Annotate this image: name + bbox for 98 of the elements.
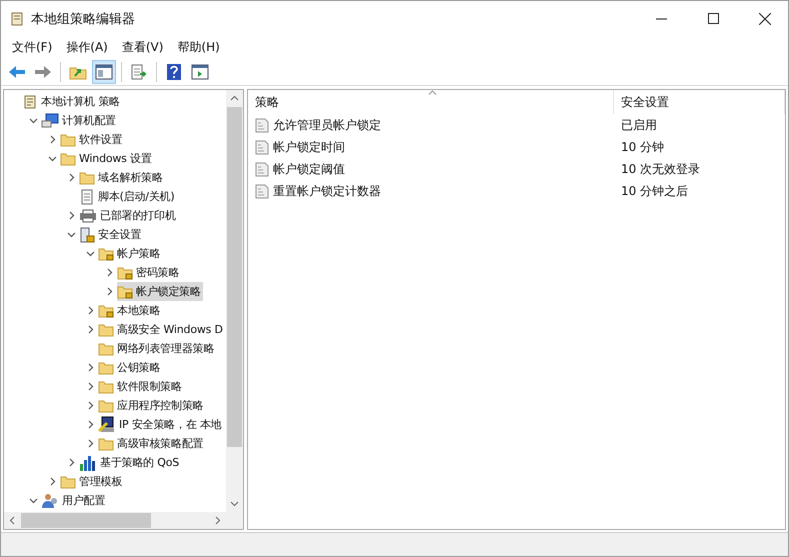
tree-item[interactable]: 软件限制策略 xyxy=(98,377,184,396)
tree-item[interactable]: Windows 设置 xyxy=(60,149,154,168)
locked-folder-icon xyxy=(98,246,114,260)
tree-item[interactable]: 计算机配置 xyxy=(41,111,118,130)
chevron-right-icon[interactable] xyxy=(86,420,94,429)
close-icon xyxy=(759,12,771,24)
setting-value: 10 分钟之后 xyxy=(620,182,690,200)
policy-icon xyxy=(255,118,269,132)
tree-item[interactable]: 网络列表管理器策略 xyxy=(98,339,216,358)
chevron-right-icon[interactable] xyxy=(86,306,94,315)
export-list-icon xyxy=(130,64,148,80)
chevron-down-icon[interactable] xyxy=(86,249,94,258)
tree-item[interactable]: 本地策略 xyxy=(98,301,162,320)
tree-item[interactable]: 密码策略 xyxy=(117,263,182,282)
folder-icon xyxy=(98,322,114,336)
tree-item[interactable]: 本地计算机 策略 xyxy=(22,92,122,111)
policy-icon xyxy=(255,184,269,198)
policy-name[interactable]: 帐户锁定时间 xyxy=(248,138,614,156)
policy-icon xyxy=(255,162,269,176)
chevron-right-icon[interactable] xyxy=(86,401,94,410)
server-lock-icon xyxy=(79,226,95,242)
folder-icon xyxy=(79,170,95,184)
chevron-right-icon[interactable] xyxy=(66,173,76,182)
vertical-scrollbar[interactable] xyxy=(226,90,243,512)
scroll-icon xyxy=(9,10,25,26)
tree-item[interactable]: 帐户策略 xyxy=(98,244,162,263)
users-icon xyxy=(41,492,59,508)
action-pane-icon xyxy=(191,64,209,80)
document-icon xyxy=(79,188,95,204)
scroll-thumb[interactable] xyxy=(21,513,151,528)
tree-item[interactable]: 高级安全 Windows D xyxy=(98,320,225,339)
help-icon xyxy=(166,62,182,80)
chevron-right-icon[interactable] xyxy=(48,477,56,486)
tree-item[interactable]: 已部署的打印机 xyxy=(79,206,178,225)
locked-folder-icon xyxy=(117,266,133,280)
menu-item[interactable]: 操作(A) xyxy=(59,36,115,58)
sort-caret-icon xyxy=(428,90,437,95)
tree-item[interactable]: 脚本(启动/关机) xyxy=(79,187,176,206)
computer-key-icon xyxy=(98,416,116,434)
chevron-right-icon[interactable] xyxy=(86,325,94,334)
printer-icon xyxy=(79,208,97,222)
folder-icon xyxy=(60,152,76,166)
tree-item[interactable]: 用户配置 xyxy=(41,491,108,510)
folder-icon xyxy=(60,474,76,488)
policy-icon xyxy=(255,140,269,154)
back-arrow-icon xyxy=(8,64,26,78)
folder-icon xyxy=(98,398,114,412)
tree-item[interactable]: 公钥策略 xyxy=(98,358,162,377)
setting-value: 已启用 xyxy=(620,116,658,134)
menu-item[interactable]: 查看(V) xyxy=(114,36,170,58)
folder-icon xyxy=(98,380,114,394)
chevron-right-icon[interactable] xyxy=(66,211,76,220)
policy-name[interactable]: 帐户锁定阈值 xyxy=(248,160,614,178)
maximize-icon xyxy=(708,13,718,24)
column-header[interactable]: 安全设置 xyxy=(614,90,785,114)
chevron-right-icon[interactable] xyxy=(86,439,94,448)
forward-arrow-icon xyxy=(34,64,52,78)
tree-item[interactable]: 管理模板 xyxy=(60,472,124,491)
bar-chart-icon xyxy=(79,454,97,470)
computer-icon xyxy=(41,112,59,128)
folder-icon xyxy=(98,436,114,450)
menu-item[interactable]: 文件(F) xyxy=(5,36,60,58)
scroll-icon xyxy=(22,94,38,110)
scroll-thumb[interactable] xyxy=(227,107,242,447)
horizontal-scrollbar[interactable] xyxy=(4,512,226,529)
setting-value: 10 次无效登录 xyxy=(620,160,702,178)
policy-name[interactable]: 重置帐户锁定计数器 xyxy=(248,182,614,200)
chevron-right-icon[interactable] xyxy=(104,287,114,296)
chevron-down-icon[interactable] xyxy=(28,496,38,505)
folder-icon xyxy=(98,342,114,356)
chevron-right-icon[interactable] xyxy=(66,458,76,467)
setting-value: 10 分钟 xyxy=(620,138,666,156)
column-header[interactable]: 策略 xyxy=(248,90,614,114)
chevron-right-icon[interactable] xyxy=(86,382,94,391)
folder-icon xyxy=(60,132,76,146)
menu-item[interactable]: 帮助(H) xyxy=(170,36,227,58)
window-title: 本地组策略编辑器 xyxy=(31,10,136,28)
chevron-right-icon[interactable] xyxy=(86,363,94,372)
console-tree-icon xyxy=(95,64,113,80)
tree-item[interactable]: 域名解析策略 xyxy=(79,168,165,187)
tree-item[interactable]: 基于策略的 QoS xyxy=(79,453,182,472)
toolbar-button[interactable] xyxy=(92,60,116,84)
tree-item[interactable]: IP 安全策略，在 本地 xyxy=(98,415,224,434)
tree-item[interactable]: 帐户锁定策略 xyxy=(117,282,203,301)
folder-icon xyxy=(98,360,114,374)
chevron-down-icon[interactable] xyxy=(48,154,56,163)
chevron-down-icon[interactable] xyxy=(66,230,76,239)
chevron-down-icon[interactable] xyxy=(28,116,38,125)
chevron-right-icon[interactable] xyxy=(48,135,56,144)
minimize-icon xyxy=(656,18,666,20)
locked-folder-icon xyxy=(117,284,133,298)
tree-item[interactable]: 高级审核策略配置 xyxy=(98,434,206,453)
tree-item[interactable]: 安全设置 xyxy=(79,225,144,244)
tree-item[interactable]: 应用程序控制策略 xyxy=(98,396,206,415)
tree-item[interactable]: 软件设置 xyxy=(60,130,124,149)
policy-name[interactable]: 允许管理员帐户锁定 xyxy=(248,116,614,134)
locked-folder-icon xyxy=(98,304,114,318)
chevron-right-icon[interactable] xyxy=(104,268,114,277)
